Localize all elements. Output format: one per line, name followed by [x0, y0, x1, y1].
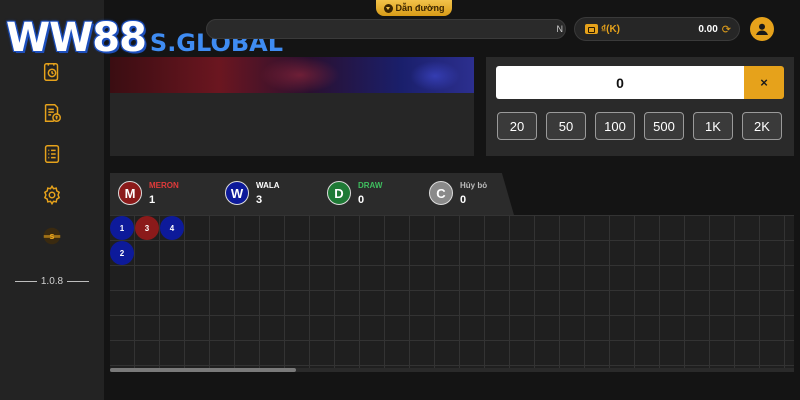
bet-amount-input[interactable]: 0 — [496, 66, 744, 99]
chip-button[interactable]: 1K — [693, 112, 733, 140]
user-icon — [756, 23, 768, 35]
guide-label: Dẫn đường — [395, 3, 445, 13]
refresh-icon[interactable]: ⟳ — [722, 23, 731, 36]
chevron-down-icon — [383, 3, 393, 13]
user-avatar[interactable] — [750, 17, 774, 41]
horizontal-scrollbar[interactable] — [110, 368, 794, 372]
divider — [14, 281, 37, 282]
stat-label: DRAW — [358, 181, 383, 190]
balance-box: ₫(K) 0.00 ⟳ — [574, 17, 740, 41]
draw-badge: D — [327, 181, 351, 205]
marquee-text: N — [556, 24, 564, 34]
stat-meron: M MERON 1 — [118, 180, 179, 206]
chip-button[interactable]: 2K — [742, 112, 782, 140]
bead-meron: 3 — [135, 216, 159, 240]
stat-label: WALA — [256, 181, 280, 190]
wallet-icon — [585, 24, 598, 34]
scrollbar-thumb[interactable] — [110, 368, 296, 372]
clear-amount-button[interactable]: × — [744, 66, 784, 99]
balance-amount: 0.00 — [698, 23, 718, 35]
chip-button[interactable]: 20 — [497, 112, 537, 140]
bet-panel: 0 × 20 50 100 500 1K 2K — [486, 57, 794, 156]
video-info-area — [110, 93, 474, 156]
wala-badge: W — [225, 181, 249, 205]
currency-unit: ₫(K) — [601, 23, 621, 35]
app-root: S 1.0.8 WW88 S.GLOBAL Dẫn đường N ₫(K) 0… — [0, 0, 800, 400]
live-video — [110, 57, 474, 93]
meron-badge: M — [118, 181, 142, 205]
cancel-badge: C — [429, 181, 453, 205]
announcement-marquee: N — [206, 19, 566, 39]
stat-label: Hủy bỏ — [460, 181, 488, 190]
settings-icon[interactable] — [40, 183, 64, 207]
bead-wala: 1 — [110, 216, 134, 240]
stat-wala: W WALA 3 — [225, 180, 280, 206]
bead-wala: 4 — [160, 216, 184, 240]
version-text: 1.0.8 — [40, 276, 64, 287]
logo-brand: WW88 — [6, 15, 147, 61]
stat-draw: D DRAW 0 — [327, 180, 382, 206]
stat-count: 0 — [460, 194, 467, 206]
stat-cancel: C Hủy bỏ 0 — [429, 180, 487, 206]
stat-label: MERON — [149, 181, 179, 190]
game-logo-icon[interactable]: S — [40, 224, 64, 248]
result-stats: M MERON 1 W WALA 3 D DRAW 0 C Hủy bỏ 0 — [110, 173, 514, 215]
history-icon[interactable] — [40, 60, 64, 84]
chip-button[interactable]: 500 — [644, 112, 684, 140]
stat-count: 1 — [149, 194, 156, 206]
chip-button[interactable]: 50 — [546, 112, 586, 140]
divider — [67, 281, 90, 282]
bead-road: 1234 — [110, 215, 794, 370]
bet-list-icon[interactable] — [40, 142, 64, 166]
bead-wala: 2 — [110, 241, 134, 265]
version-label: 1.0.8 — [0, 276, 104, 287]
chip-button[interactable]: 100 — [595, 112, 635, 140]
guide-button[interactable]: Dẫn đường — [376, 0, 452, 16]
stat-count: 3 — [256, 194, 263, 206]
stat-count: 0 — [358, 194, 365, 206]
money-history-icon[interactable] — [40, 101, 64, 125]
